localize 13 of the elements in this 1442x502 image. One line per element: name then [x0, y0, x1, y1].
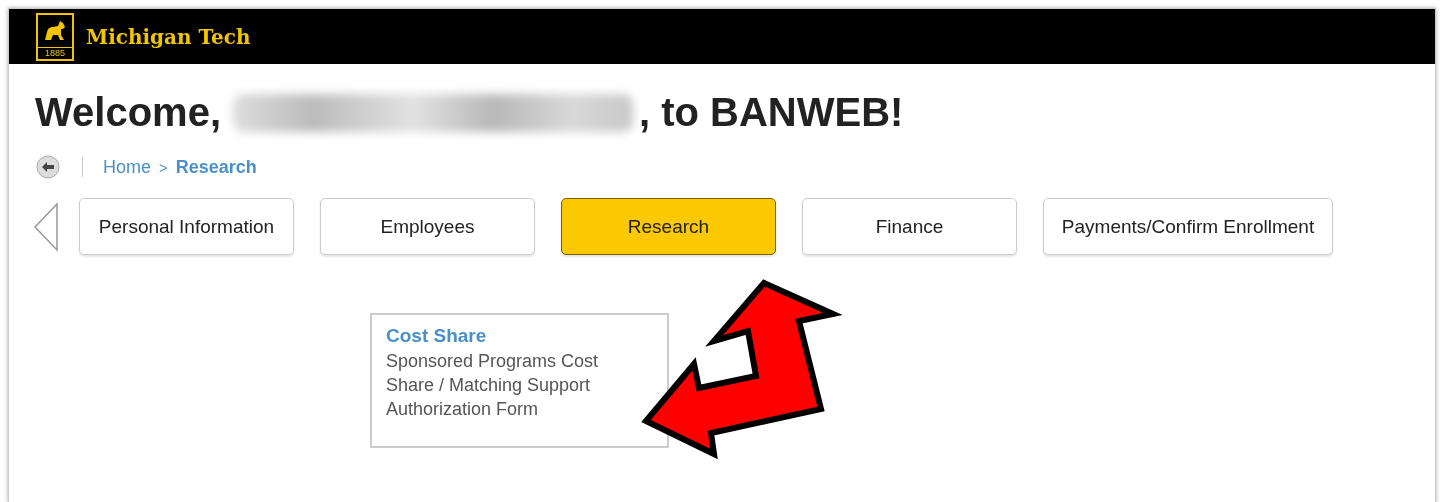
logo-icon: 1885 — [36, 12, 74, 61]
welcome-heading: , to BANWEB! — [639, 90, 904, 135]
menu-tab[interactable]: Payments/Confirm Enrollment — [1043, 198, 1333, 255]
menu-tab[interactable]: Personal Information — [79, 198, 294, 255]
welcome-heading: Welcome, — [35, 90, 221, 135]
menu-tab[interactable]: Employees — [320, 198, 535, 255]
brand-name[interactable]: Michigan Tech — [86, 24, 251, 49]
breadcrumb-separator: > — [159, 158, 168, 176]
menu-tab[interactable]: Research — [561, 198, 776, 255]
menu-tab[interactable]: Finance — [802, 198, 1017, 255]
card-description: Sponsored Programs Cost Share / Matching Support Authorization Form — [386, 350, 600, 421]
back-icon[interactable] — [36, 155, 60, 179]
previous-icon[interactable] — [33, 201, 59, 252]
